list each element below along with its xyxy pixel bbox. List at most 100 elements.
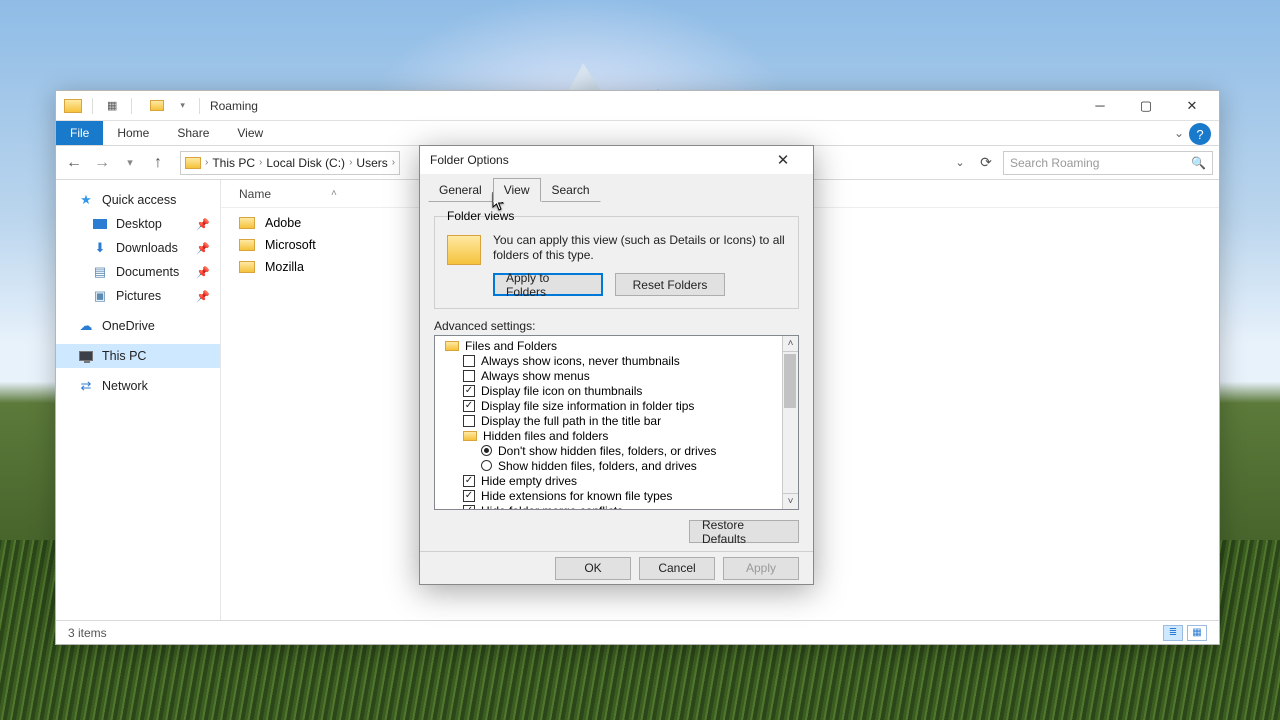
tree-option[interactable]: Show hidden files, folders, and drives [441, 458, 796, 473]
radio[interactable] [481, 460, 492, 471]
qat-properties-icon[interactable]: ▦ [107, 99, 117, 112]
checkbox[interactable] [463, 505, 475, 511]
tree-label: Hidden files and folders [483, 429, 608, 443]
sidebar-item-label: OneDrive [102, 319, 155, 333]
monitor-icon [79, 351, 93, 361]
titlebar[interactable]: ▦ ▾ Roaming ─ ▢ ✕ [56, 91, 1219, 121]
close-button[interactable]: ✕ [1169, 91, 1215, 121]
nav-recent-dropdown[interactable]: ▾ [118, 151, 142, 175]
dialog-tabs: General View Search [420, 174, 813, 202]
sidebar-item-pictures[interactable]: ▣ Pictures 📌 [56, 284, 220, 308]
folder-icon [445, 341, 459, 351]
tab-view[interactable]: View [493, 178, 541, 202]
tree-label: Display file icon on thumbnails [481, 384, 642, 398]
quick-access-toolbar[interactable]: ▦ ▾ [88, 98, 204, 114]
apply-button[interactable]: Apply [723, 557, 799, 580]
dialog-titlebar[interactable]: Folder Options ✕ [420, 146, 813, 174]
sidebar-item-label: Network [102, 379, 148, 393]
scroll-up-button[interactable]: ˄ [782, 336, 798, 352]
tab-general[interactable]: General [428, 178, 493, 202]
tree-option[interactable]: Display file size information in folder … [441, 398, 796, 413]
sidebar-item-onedrive[interactable]: ☁ OneDrive [56, 314, 220, 338]
scroll-down-button[interactable]: ˅ [782, 493, 798, 509]
apply-to-folders-button[interactable]: Apply to Folders [493, 273, 603, 296]
chevron-right-icon[interactable]: › [205, 157, 208, 168]
folder-icon [239, 217, 255, 229]
chevron-right-icon[interactable]: › [259, 157, 262, 168]
tree-label: Display the full path in the title bar [481, 414, 661, 428]
checkbox[interactable] [463, 370, 475, 382]
cancel-button[interactable]: Cancel [639, 557, 715, 580]
search-icon: 🔍 [1191, 156, 1206, 170]
sidebar-item-desktop[interactable]: Desktop 📌 [56, 212, 220, 236]
navigation-pane[interactable]: ★ Quick access Desktop 📌 ⬇ Downloads 📌 ▤… [56, 180, 221, 620]
nav-up-button[interactable]: ↑ [146, 151, 170, 175]
tree-option[interactable]: Always show menus [441, 368, 796, 383]
tree-option[interactable]: Always show icons, never thumbnails [441, 353, 796, 368]
chevron-right-icon[interactable]: › [349, 157, 352, 168]
advanced-settings-tree[interactable]: Files and Folders Always show icons, nev… [434, 335, 799, 510]
address-dropdown-icon[interactable]: ⌄ [951, 156, 969, 169]
checkbox[interactable] [463, 415, 475, 427]
separator [131, 98, 132, 114]
checkbox[interactable] [463, 400, 475, 412]
tree-option[interactable]: Hide extensions for known file types [441, 488, 796, 503]
checkbox[interactable] [463, 355, 475, 367]
restore-defaults-button[interactable]: Restore Defaults [689, 520, 799, 543]
tree-label: Always show icons, never thumbnails [481, 354, 680, 368]
breadcrumb-segment: Local Disk (C:)› [266, 156, 352, 170]
maximize-button[interactable]: ▢ [1123, 91, 1169, 121]
checkbox[interactable] [463, 490, 475, 502]
tab-search[interactable]: Search [541, 178, 601, 202]
tree-option[interactable]: Hide empty drives [441, 473, 796, 488]
network-icon: ⇄ [78, 378, 94, 394]
tree-option[interactable]: Display the full path in the title bar [441, 413, 796, 428]
folder-icon [463, 431, 477, 441]
tree-label: Files and Folders [465, 339, 557, 353]
ok-button[interactable]: OK [555, 557, 631, 580]
tree-option[interactable]: Hide folder merge conflicts [441, 503, 796, 510]
help-icon[interactable]: ? [1189, 123, 1211, 145]
qat-dropdown-icon[interactable]: ▾ [180, 100, 185, 111]
minimize-button[interactable]: ─ [1077, 91, 1123, 121]
scrollbar-thumb[interactable] [784, 354, 796, 408]
ribbon-tab-view[interactable]: View [223, 121, 277, 145]
reset-folders-button[interactable]: Reset Folders [615, 273, 725, 296]
view-details-button[interactable]: ≣ [1163, 625, 1183, 641]
search-input[interactable]: Search Roaming 🔍 [1003, 151, 1213, 175]
tree-option[interactable]: Display file icon on thumbnails [441, 383, 796, 398]
column-name[interactable]: Name [239, 187, 271, 201]
checkbox[interactable] [463, 475, 475, 487]
pictures-icon: ▣ [92, 288, 108, 304]
dialog-close-button[interactable]: ✕ [763, 146, 803, 174]
advanced-settings-label: Advanced settings: [434, 319, 799, 333]
view-icons-button[interactable]: ▦ [1187, 625, 1207, 641]
breadcrumb[interactable]: › This PC› Local Disk (C:)› Users› [180, 151, 400, 175]
nav-forward-button[interactable]: → [90, 151, 114, 175]
sidebar-item-downloads[interactable]: ⬇ Downloads 📌 [56, 236, 220, 260]
nav-back-button[interactable]: ← [62, 151, 86, 175]
refresh-icon[interactable]: ⟳ [977, 154, 995, 171]
ribbon-tab-home[interactable]: Home [103, 121, 163, 145]
tree-group-hidden[interactable]: Hidden files and folders [441, 428, 796, 443]
sidebar-item-this-pc[interactable]: This PC [56, 344, 220, 368]
qat-open-icon[interactable] [150, 100, 164, 111]
tree-option[interactable]: Don't show hidden files, folders, or dri… [441, 443, 796, 458]
sidebar-item-quick-access[interactable]: ★ Quick access [56, 188, 220, 212]
sidebar-item-label: Pictures [116, 289, 161, 303]
ribbon-tab-file[interactable]: File [56, 121, 103, 145]
folder-icon [447, 235, 481, 265]
pin-icon: 📌 [196, 218, 210, 231]
ribbon-collapse-chevron-icon[interactable]: ⌄ [1169, 121, 1189, 145]
tree-group-files-folders[interactable]: Files and Folders [441, 338, 796, 353]
ribbon-tab-share[interactable]: Share [163, 121, 223, 145]
checkbox[interactable] [463, 385, 475, 397]
chevron-right-icon[interactable]: › [392, 157, 395, 168]
sidebar-item-network[interactable]: ⇄ Network [56, 374, 220, 398]
window-folder-icon [64, 99, 82, 113]
folder-icon [239, 261, 255, 273]
tree-label: Hide empty drives [481, 474, 577, 488]
sidebar-item-documents[interactable]: ▤ Documents 📌 [56, 260, 220, 284]
radio[interactable] [481, 445, 492, 456]
sidebar-item-label: Documents [116, 265, 179, 279]
